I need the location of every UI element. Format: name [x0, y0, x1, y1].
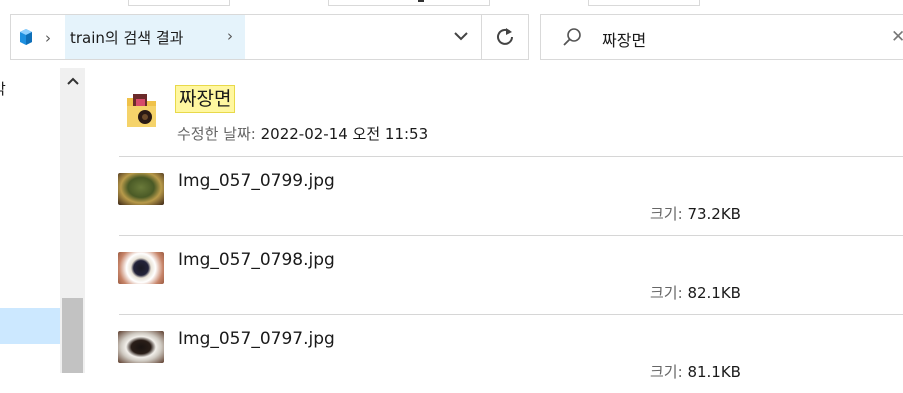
- modified-label: 수정한 날짜:: [177, 125, 256, 143]
- file-size: 크기: 73.2KB: [650, 203, 741, 224]
- image-thumbnail: [118, 173, 164, 205]
- file-name[interactable]: Img_057_0799.jpg: [178, 171, 335, 191]
- size-value: 73.2KB: [687, 205, 741, 223]
- scrollbar[interactable]: [60, 68, 85, 373]
- search-folder-icon: [20, 29, 32, 45]
- folder-modified: 수정한 날짜: 2022-02-14 오전 11:53: [177, 123, 428, 144]
- tab-text-fragment: [418, 0, 424, 2]
- size-label: 크기:: [650, 205, 683, 223]
- tab-fragment[interactable]: [328, 0, 490, 6]
- address-bar[interactable]: › train의 검색 결과 ›: [10, 14, 529, 60]
- size-value: 82.1KB: [687, 284, 741, 302]
- chevron-down-icon[interactable]: [450, 25, 472, 47]
- folder-result[interactable]: 짜장면 수정한 날짜: 2022-02-14 오전 11:53: [85, 68, 903, 156]
- image-thumbnail: [118, 331, 164, 363]
- search-icon: [563, 28, 581, 46]
- size-value: 81.1KB: [687, 363, 741, 381]
- chevron-up-icon[interactable]: [66, 76, 80, 86]
- modified-value: 2022-02-14 오전 11:53: [260, 125, 429, 143]
- file-name[interactable]: Img_057_0798.jpg: [178, 250, 335, 270]
- chevron-right-icon[interactable]: ›: [227, 27, 233, 45]
- folder-icon: [127, 94, 156, 127]
- nav-item-selected[interactable]: [0, 308, 60, 344]
- file-result[interactable]: Img_057_0799.jpg 크기: 73.2KB: [85, 157, 903, 235]
- size-label: 크기:: [650, 284, 683, 302]
- size-label: 크기:: [650, 363, 683, 381]
- nav-item-label[interactable]: 악: [0, 78, 6, 99]
- navigation-pane: 악: [0, 68, 60, 373]
- file-result[interactable]: Img_057_0797.jpg 크기: 81.1KB: [85, 315, 903, 393]
- scrollbar-thumb[interactable]: [62, 298, 83, 373]
- breadcrumb[interactable]: train의 검색 결과 ›: [65, 15, 245, 59]
- chevron-right-icon[interactable]: ›: [45, 29, 51, 47]
- file-result[interactable]: Img_057_0798.jpg 크기: 82.1KB: [85, 236, 903, 314]
- file-size: 크기: 81.1KB: [650, 361, 741, 382]
- search-box[interactable]: 짜장면 ✕: [540, 14, 903, 60]
- refresh-icon[interactable]: [493, 25, 517, 49]
- image-thumbnail: [118, 252, 164, 284]
- file-name[interactable]: Img_057_0797.jpg: [178, 329, 335, 349]
- breadcrumb-label[interactable]: train의 검색 결과: [70, 27, 183, 48]
- close-icon[interactable]: ✕: [891, 27, 903, 47]
- tab-fragment[interactable]: [128, 0, 230, 6]
- results-list: 짜장면 수정한 날짜: 2022-02-14 오전 11:53 Img_057_…: [85, 68, 903, 381]
- file-size: 크기: 82.1KB: [650, 282, 741, 303]
- divider: [481, 15, 482, 59]
- tab-fragment[interactable]: [588, 0, 700, 6]
- top-tab-strip: [0, 0, 903, 7]
- search-input[interactable]: 짜장면: [602, 27, 646, 51]
- folder-name[interactable]: 짜장면: [175, 85, 236, 113]
